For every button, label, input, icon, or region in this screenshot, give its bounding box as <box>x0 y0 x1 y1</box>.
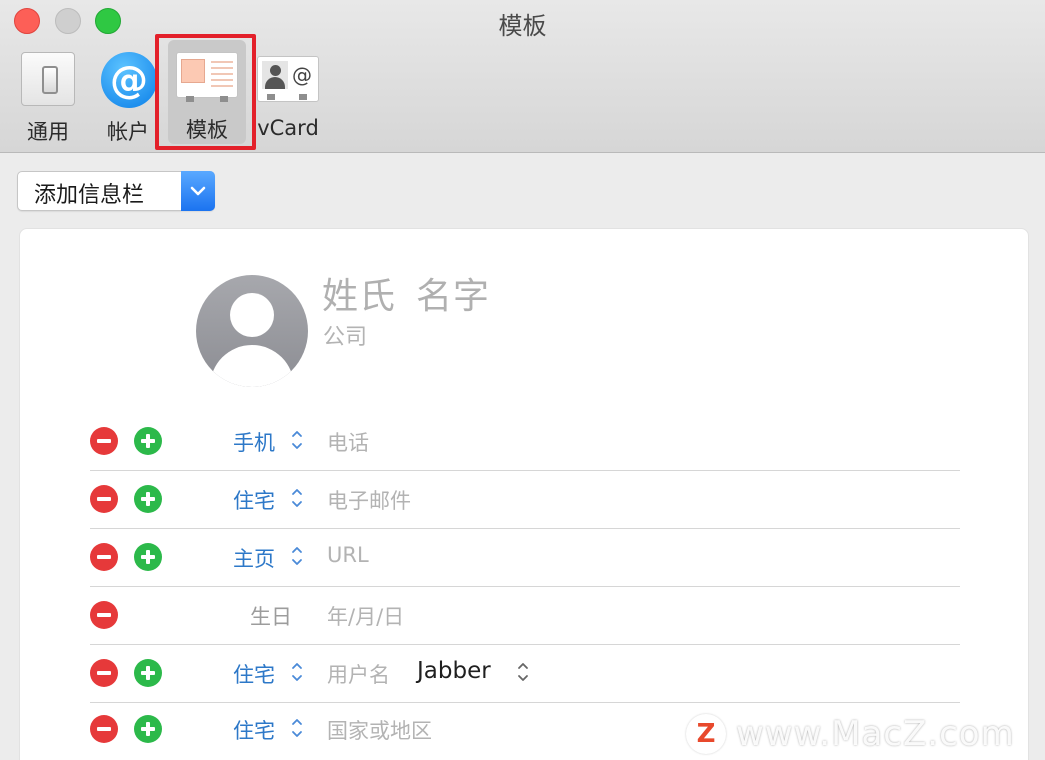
toolbar-tab-accounts[interactable]: @ 帐户 <box>96 46 160 146</box>
card-template-panel: 姓氏 名字 公司 手机 电话 住宅 电子邮件 主页 URL 生日 年/月/日 住… <box>19 228 1029 760</box>
field-type-label[interactable]: 住宅 <box>233 659 275 689</box>
updown-chevron-icon[interactable] <box>290 715 304 741</box>
toolbar-tab-label: 帐户 <box>107 120 149 144</box>
watermark-text: www.MacZ.com <box>736 714 1015 754</box>
remove-field-button[interactable] <box>90 543 118 571</box>
toolbar-tab-label: 通用 <box>27 120 69 144</box>
field-type-label: 生日 <box>250 605 292 629</box>
add-field-button[interactable] <box>134 715 162 743</box>
field-type-label[interactable]: 手机 <box>233 427 275 457</box>
updown-chevron-icon[interactable] <box>290 485 304 511</box>
at-sign-icon: @ <box>99 50 157 108</box>
add-field-button[interactable] <box>134 659 162 687</box>
im-service-select[interactable]: Jabber <box>417 658 491 684</box>
last-name-placeholder: 姓氏 <box>322 276 397 317</box>
field-row-email: 住宅 电子邮件 <box>20 471 1030 529</box>
remove-field-button[interactable] <box>90 715 118 743</box>
field-type-label[interactable]: 主页 <box>233 543 275 573</box>
field-placeholder: 用户名 <box>327 663 390 687</box>
add-field-popup-button[interactable]: 添加信息栏 <box>17 171 215 211</box>
company-placeholder: 公司 <box>323 325 368 350</box>
switch-icon <box>19 50 77 108</box>
first-name-placeholder: 名字 <box>416 276 491 317</box>
remove-field-button[interactable] <box>90 601 118 629</box>
contact-name: 姓氏 名字 <box>322 267 490 319</box>
field-placeholder: 国家或地区 <box>327 719 432 743</box>
field-placeholder: 电子邮件 <box>327 489 411 513</box>
add-field-button[interactable] <box>134 543 162 571</box>
toolbar-tab-general[interactable]: 通用 <box>18 46 78 146</box>
vcard-icon: @ <box>255 50 321 108</box>
template-card-icon <box>176 52 238 102</box>
toolbar-tab-template[interactable]: 模板 <box>168 40 246 144</box>
toolbar-tab-vcard[interactable]: @ vCard <box>254 46 322 146</box>
field-row-instant-message: 住宅 用户名 Jabber <box>20 645 1030 703</box>
avatar-placeholder-icon[interactable] <box>196 275 308 387</box>
toolbar-tab-label: vCard <box>257 116 319 140</box>
field-type-label[interactable]: 住宅 <box>233 485 275 515</box>
updown-chevron-icon[interactable] <box>516 659 530 685</box>
field-row-url: 主页 URL <box>20 529 1030 587</box>
updown-chevron-icon[interactable] <box>290 659 304 685</box>
remove-field-button[interactable] <box>90 659 118 687</box>
watermark: Z www.MacZ.com <box>686 712 1015 756</box>
remove-field-button[interactable] <box>90 427 118 455</box>
updown-chevron-icon[interactable] <box>290 427 304 453</box>
macz-logo-icon: Z <box>686 714 726 754</box>
field-type-label[interactable]: 住宅 <box>233 715 275 745</box>
remove-field-button[interactable] <box>90 485 118 513</box>
field-placeholder: 年/月/日 <box>327 605 405 629</box>
field-row-phone: 手机 电话 <box>20 413 1030 471</box>
chevron-down-icon <box>181 171 215 211</box>
add-field-label: 添加信息栏 <box>34 183 145 208</box>
window-toolbar: 模板 通用 @ 帐户 模板 @ vCard <box>0 0 1045 153</box>
field-row-birthday: 生日 年/月/日 <box>20 587 1030 645</box>
field-placeholder: 电话 <box>327 431 369 455</box>
add-field-button[interactable] <box>134 485 162 513</box>
field-placeholder: URL <box>327 543 369 567</box>
add-field-button[interactable] <box>134 427 162 455</box>
window-title: 模板 <box>498 12 547 40</box>
updown-chevron-icon[interactable] <box>290 543 304 569</box>
toolbar-tab-label: 模板 <box>186 118 228 142</box>
